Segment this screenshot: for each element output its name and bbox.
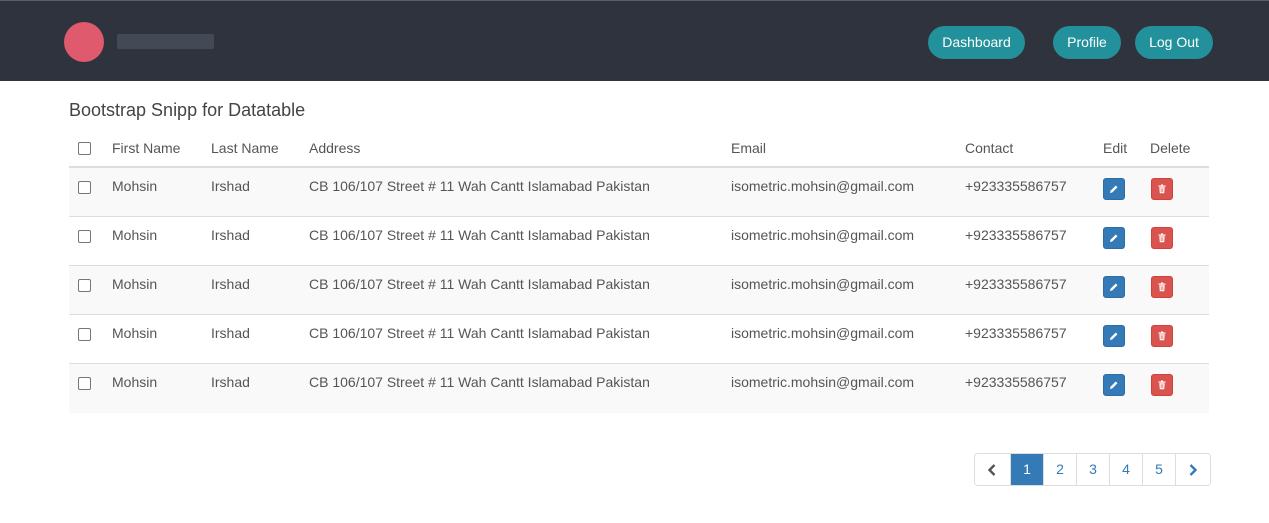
pencil-icon — [1110, 332, 1118, 340]
page-5-button[interactable]: 5 — [1142, 454, 1175, 485]
cell-email: isometric.mohsin@gmail.com — [731, 325, 915, 341]
delete-button[interactable] — [1151, 178, 1173, 200]
next-page-button[interactable] — [1175, 454, 1210, 485]
header-delete: Delete — [1150, 140, 1191, 156]
edit-button[interactable] — [1103, 227, 1125, 249]
navbar: Dashboard Profile Log Out — [0, 0, 1269, 81]
table-row: Mohsin Irshad CB 106/107 Street # 11 Wah C… — [69, 217, 1209, 266]
cell-first-name: Mohsin — [112, 178, 158, 194]
brand-placeholder — [117, 34, 214, 49]
edit-button[interactable] — [1103, 374, 1125, 396]
header-last-name: Last Name — [211, 140, 279, 156]
page-title: Bootstrap Snipp for Datatable — [69, 100, 306, 120]
cell-first-name: Mohsin — [112, 374, 158, 390]
header-contact: Contact — [965, 140, 1014, 156]
chevron-right-icon — [1189, 464, 1198, 476]
cell-address: CB 106/107 Street # 11 Wah Cantt Islamab… — [309, 374, 650, 390]
row-checkbox[interactable] — [78, 377, 91, 390]
trash-icon — [1158, 282, 1166, 292]
data-table: First Name Last Name Address Email Conta… — [69, 132, 1209, 413]
table-header: First Name Last Name Address Email Conta… — [69, 132, 1209, 168]
pencil-icon — [1110, 234, 1118, 242]
cell-first-name: Mohsin — [112, 325, 158, 341]
table-body: Mohsin Irshad CB 106/107 Street # 11 Wah C… — [69, 168, 1209, 413]
delete-button[interactable] — [1151, 276, 1173, 298]
delete-button[interactable] — [1151, 325, 1173, 347]
header-first-name: First Name — [112, 140, 181, 156]
profile-button[interactable]: Profile — [1053, 26, 1121, 59]
table-row: Mohsin Irshad CB 106/107 Street # 11 Wah C… — [69, 168, 1209, 217]
delete-button[interactable] — [1151, 374, 1173, 396]
select-all-checkbox[interactable] — [78, 142, 91, 155]
delete-button[interactable] — [1151, 227, 1173, 249]
pagination: 1 2 3 4 5 — [974, 453, 1211, 486]
row-checkbox[interactable] — [78, 328, 91, 341]
table-row: Mohsin Irshad CB 106/107 Street # 11 Wah C… — [69, 315, 1209, 364]
cell-contact: +923335586757 — [965, 178, 1067, 194]
logo-icon[interactable] — [64, 22, 104, 62]
cell-contact: +923335586757 — [965, 374, 1067, 390]
table-row: Mohsin Irshad CB 106/107 Street # 11 Wah C… — [69, 266, 1209, 315]
edit-button[interactable] — [1103, 276, 1125, 298]
cell-last-name: Irshad — [211, 325, 250, 341]
dashboard-button[interactable]: Dashboard — [928, 26, 1025, 59]
edit-button[interactable] — [1103, 325, 1125, 347]
cell-address: CB 106/107 Street # 11 Wah Cantt Islamab… — [309, 178, 650, 194]
pencil-icon — [1110, 381, 1118, 389]
cell-first-name: Mohsin — [112, 227, 158, 243]
cell-address: CB 106/107 Street # 11 Wah Cantt Islamab… — [309, 325, 650, 341]
cell-contact: +923335586757 — [965, 227, 1067, 243]
pencil-icon — [1110, 185, 1118, 193]
page-1-button[interactable]: 1 — [1010, 454, 1043, 485]
trash-icon — [1158, 331, 1166, 341]
cell-first-name: Mohsin — [112, 276, 158, 292]
pencil-icon — [1110, 283, 1118, 291]
trash-icon — [1158, 233, 1166, 243]
cell-email: isometric.mohsin@gmail.com — [731, 178, 915, 194]
chevron-left-icon — [987, 464, 996, 476]
prev-page-button[interactable] — [975, 454, 1010, 485]
logout-button[interactable]: Log Out — [1135, 26, 1213, 59]
cell-last-name: Irshad — [211, 227, 250, 243]
cell-email: isometric.mohsin@gmail.com — [731, 374, 915, 390]
cell-email: isometric.mohsin@gmail.com — [731, 276, 915, 292]
cell-email: isometric.mohsin@gmail.com — [731, 227, 915, 243]
table-row: Mohsin Irshad CB 106/107 Street # 11 Wah C… — [69, 364, 1209, 413]
trash-icon — [1158, 380, 1166, 390]
trash-icon — [1158, 184, 1166, 194]
header-email: Email — [731, 140, 767, 156]
row-checkbox[interactable] — [78, 279, 91, 292]
page-2-button[interactable]: 2 — [1043, 454, 1076, 485]
row-checkbox[interactable] — [78, 181, 91, 194]
header-address: Address — [309, 140, 361, 156]
cell-address: CB 106/107 Street # 11 Wah Cantt Islamab… — [309, 227, 650, 243]
page-4-button[interactable]: 4 — [1109, 454, 1142, 485]
cell-contact: +923335586757 — [965, 325, 1067, 341]
header-edit: Edit — [1103, 140, 1128, 156]
edit-button[interactable] — [1103, 178, 1125, 200]
cell-last-name: Irshad — [211, 374, 250, 390]
cell-address: CB 106/107 Street # 11 Wah Cantt Islamab… — [309, 276, 650, 292]
cell-last-name: Irshad — [211, 178, 250, 194]
cell-contact: +923335586757 — [965, 276, 1067, 292]
row-checkbox[interactable] — [78, 230, 91, 243]
cell-last-name: Irshad — [211, 276, 250, 292]
page-3-button[interactable]: 3 — [1076, 454, 1109, 485]
